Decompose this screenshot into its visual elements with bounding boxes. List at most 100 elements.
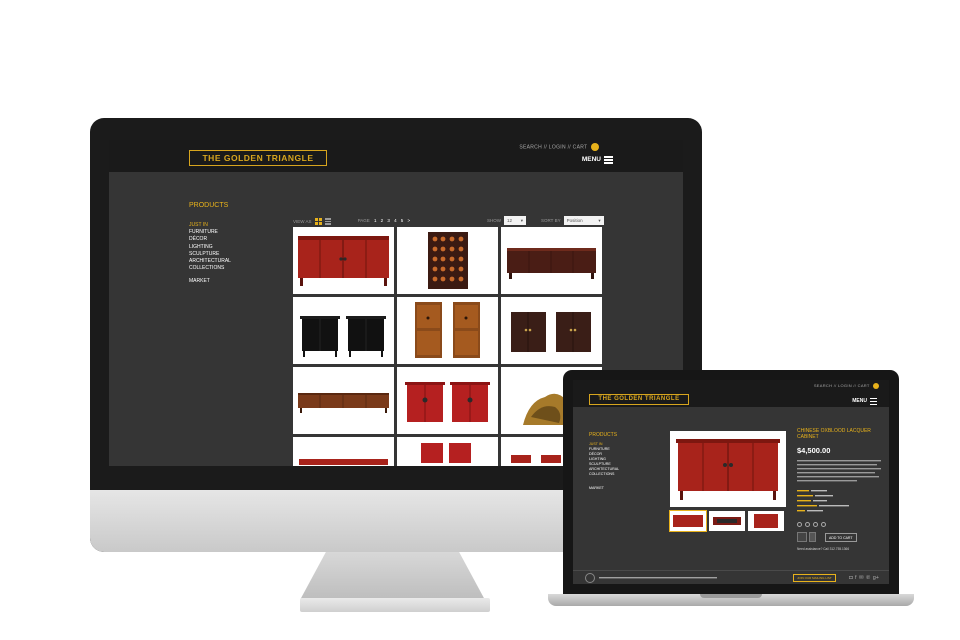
assistance-text: Need assistance? Call 312.755.1366	[797, 547, 850, 551]
search-link[interactable]: SEARCH	[814, 383, 832, 388]
product-card[interactable]	[501, 297, 602, 364]
share-icon[interactable]	[813, 522, 818, 527]
site-footer: JOIN OUR MAILING LIST ◘ f ✉ ℗ g+	[573, 570, 889, 584]
page-link-4[interactable]: 4	[394, 218, 397, 223]
sidebar-item-lighting[interactable]: LIGHTING	[189, 244, 231, 251]
next-page-link[interactable]: >	[407, 218, 410, 223]
cart-count-badge[interactable]	[873, 383, 879, 389]
view-as-label: VIEW AS	[293, 219, 312, 224]
product-card[interactable]	[397, 437, 498, 466]
cabinet-image	[676, 439, 780, 500]
show-select[interactable]: 12 ▾	[504, 216, 526, 225]
product-card[interactable]	[397, 367, 498, 434]
link-separator: //	[833, 383, 837, 389]
facebook-icon[interactable]: f	[855, 574, 857, 582]
sidebar-item-decor[interactable]: DÉCOR	[189, 236, 231, 243]
sidebar-item-market[interactable]: MARKET	[589, 486, 604, 490]
sidebar-title: PRODUCTS	[189, 202, 229, 209]
login-link[interactable]: LOGIN	[838, 383, 852, 388]
page-link-2[interactable]: 2	[381, 218, 384, 223]
cart-count-badge[interactable]	[591, 143, 599, 151]
laptop-screen: THE GOLDEN TRIANGLE SEARCH // LOGIN // C…	[573, 380, 889, 584]
product-specs	[797, 490, 883, 517]
sort-control: SORT BY Position ▾	[541, 216, 604, 225]
sidebar-item-market[interactable]: MARKET	[189, 278, 210, 284]
product-thumbnail[interactable]	[669, 510, 707, 532]
list-view-icon[interactable]	[324, 218, 331, 225]
product-main-image[interactable]	[670, 431, 786, 507]
mailing-list-button[interactable]: JOIN OUR MAILING LIST	[793, 574, 836, 582]
menu-button[interactable]: MENU	[852, 398, 877, 405]
page-link-5[interactable]: 5	[401, 218, 404, 223]
cart-link[interactable]: CART	[858, 383, 870, 388]
page-label: PAGE	[357, 218, 370, 223]
monitor-base	[300, 598, 490, 612]
login-link[interactable]: LOGIN	[549, 144, 566, 150]
instagram-icon[interactable]: ◘	[849, 574, 852, 582]
address-text-line	[599, 577, 717, 579]
brand-logo[interactable]: THE GOLDEN TRIANGLE	[589, 394, 689, 405]
product-card[interactable]	[293, 437, 394, 466]
seal-icon	[585, 573, 595, 583]
product-card[interactable]	[397, 227, 498, 294]
spec-lines	[797, 490, 849, 512]
product-thumbnail[interactable]	[709, 511, 745, 531]
google-plus-icon[interactable]: g+	[873, 574, 879, 582]
menu-button[interactable]: MENU	[582, 156, 613, 164]
pinterest-icon[interactable]: ℗	[866, 574, 870, 582]
show-select-value: 12	[507, 218, 513, 223]
grid-view-icon[interactable]	[314, 218, 322, 225]
product-thumbnail[interactable]	[748, 511, 784, 531]
footer-address	[599, 576, 719, 581]
product-thumbnails	[669, 510, 784, 532]
product-card[interactable]	[293, 297, 394, 364]
search-link[interactable]: SEARCH	[519, 144, 542, 150]
add-to-cart-button[interactable]: ADD TO CART	[825, 533, 857, 542]
sort-label: SORT BY	[541, 218, 561, 223]
share-icon[interactable]	[797, 522, 802, 527]
sidebar-item-sculpture[interactable]: SCULPTURE	[189, 251, 231, 258]
product-image	[405, 382, 490, 422]
quantity-stepper[interactable]	[809, 532, 816, 542]
link-separator: //	[853, 383, 857, 389]
show-control: SHOW 12 ▾	[487, 216, 526, 225]
product-price: $4,500.00	[797, 446, 831, 455]
product-card[interactable]	[293, 227, 394, 294]
mockup-stage: THE GOLDEN TRIANGLE SEARCH // LOGIN // C…	[0, 0, 960, 640]
share-icon[interactable]	[821, 522, 826, 527]
product-image	[299, 459, 388, 465]
product-card[interactable]	[293, 367, 394, 434]
sidebar-title: PRODUCTS	[589, 432, 618, 438]
product-image	[507, 248, 596, 279]
product-card[interactable]	[397, 297, 498, 364]
product-image	[298, 236, 389, 286]
chevron-down-icon: ▾	[598, 218, 601, 223]
product-image	[428, 232, 468, 289]
product-title: CHINESE OXBLOOD LACQUER CABINET	[797, 428, 871, 440]
product-description	[797, 460, 883, 487]
product-image	[421, 443, 471, 463]
link-separator: //	[543, 144, 548, 151]
sidebar-item-architectural[interactable]: ARCHITECTURAL	[189, 258, 231, 265]
page-link-1[interactable]: 1	[374, 218, 377, 223]
sidebar-item-just-in[interactable]: JUST IN	[189, 222, 231, 229]
page-link-3[interactable]: 3	[387, 218, 390, 223]
hamburger-icon	[604, 156, 613, 164]
sidebar-item-collections[interactable]: COLLECTIONS	[589, 472, 619, 477]
description-text-lines	[797, 460, 881, 482]
share-icons	[797, 522, 826, 527]
brand-logo[interactable]: THE GOLDEN TRIANGLE	[189, 150, 327, 166]
category-list: JUST IN FURNITURE DÉCOR LIGHTING SCULPTU…	[589, 442, 619, 477]
share-icon[interactable]	[805, 522, 810, 527]
sidebar-item-collections[interactable]: COLLECTIONS	[189, 265, 231, 272]
category-list: JUST IN FURNITURE DÉCOR LIGHTING SCULPTU…	[189, 222, 231, 272]
mail-icon[interactable]: ✉	[859, 574, 864, 582]
social-links: ◘ f ✉ ℗ g+	[849, 574, 879, 582]
product-card[interactable]	[501, 227, 602, 294]
pagination: PAGE 1 2 3 4 5 >	[357, 218, 411, 223]
sort-select-value: Position	[566, 218, 583, 223]
cart-link[interactable]: CART	[573, 144, 588, 150]
sort-select[interactable]: Position ▾	[563, 216, 604, 225]
quantity-input[interactable]	[797, 532, 807, 542]
laptop: THE GOLDEN TRIANGLE SEARCH // LOGIN // C…	[563, 370, 899, 594]
